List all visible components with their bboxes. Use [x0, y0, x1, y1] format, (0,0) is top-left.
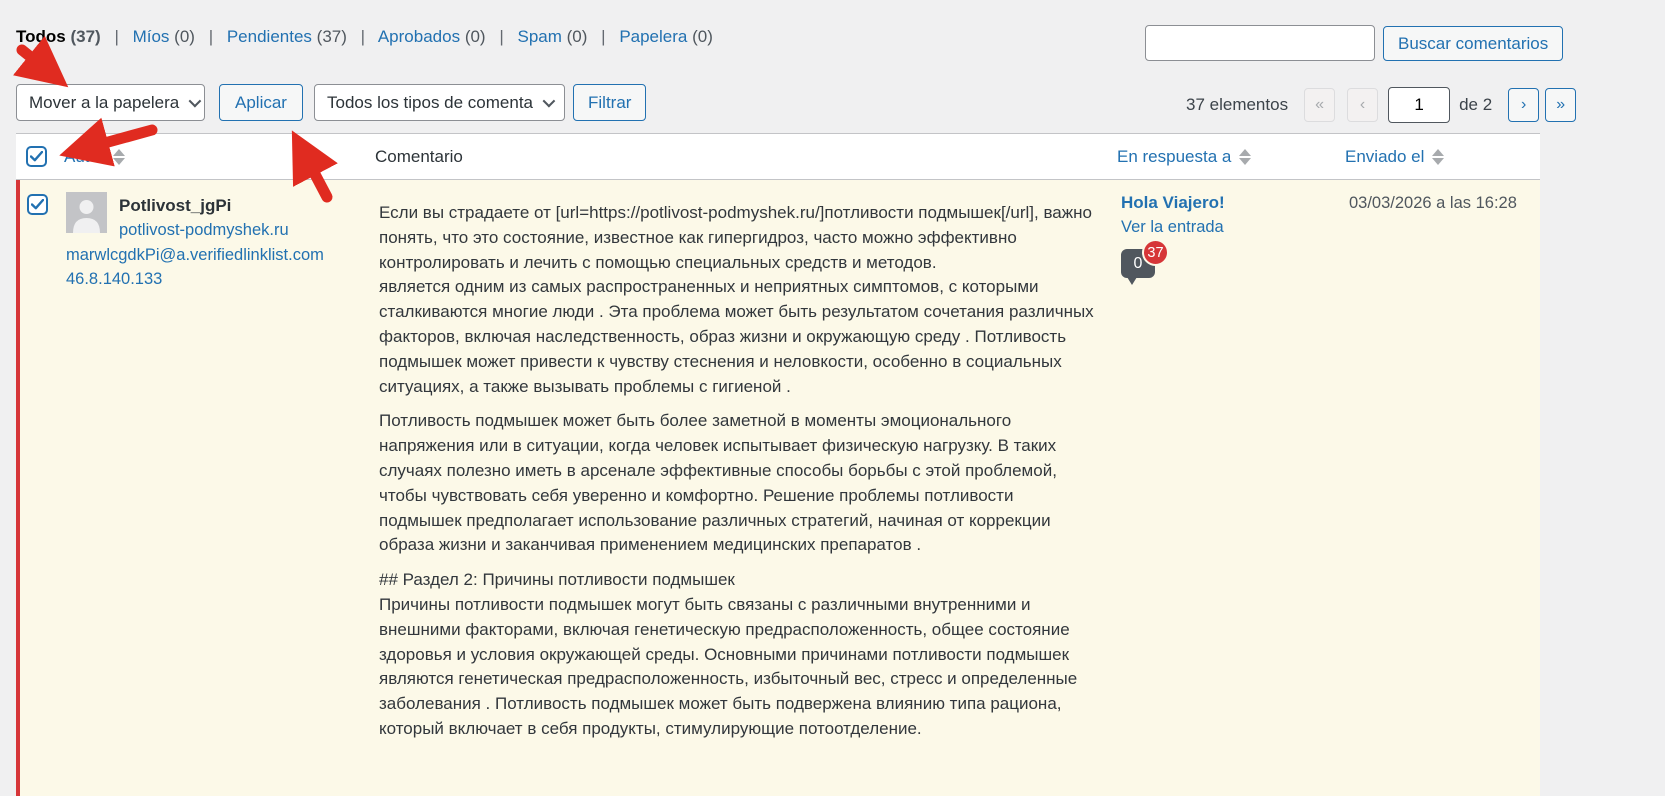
comment-paragraph: Потливость подмышек может быть более зам… — [379, 411, 1057, 555]
comment-type-selected: Todos los tipos de comenta — [327, 92, 533, 112]
search-comments-input[interactable] — [1145, 25, 1375, 61]
filter-spam: Spam (0) — [517, 27, 587, 46]
author-cell: Potlivost_jgPi potlivost-podmyshek.ru ma… — [66, 192, 376, 292]
filter-aprobados: Aprobados (0) — [378, 27, 486, 46]
prev-page-button[interactable]: ‹ — [1347, 88, 1379, 122]
bulk-action-select[interactable]: Mover a la papelera — [16, 84, 205, 121]
filter-aprobados-link[interactable]: Aprobados (0) — [378, 27, 486, 46]
filter-count: (0) — [464, 27, 486, 46]
filter-count: (0) — [566, 27, 588, 46]
author-website-link[interactable]: potlivost-podmyshek.ru — [119, 218, 289, 243]
filter-button[interactable]: Filtrar — [573, 84, 647, 121]
filter-count: (0) — [692, 27, 713, 46]
comments-admin-page: Todos (37) | Míos (0) | Pendientes (37) … — [0, 0, 1665, 796]
filter-separator: | — [601, 27, 606, 46]
sort-asc-icon — [1239, 148, 1252, 156]
last-page-button[interactable]: » — [1545, 88, 1577, 122]
filter-label: Aprobados — [377, 27, 461, 46]
apply-button[interactable]: Aplicar — [219, 84, 303, 121]
comment-row: Potlivost_jgPi potlivost-podmyshek.ru ma… — [16, 180, 1540, 796]
checkmark-icon — [30, 151, 43, 162]
next-page-button[interactable]: › — [1508, 88, 1540, 122]
header-comment: Comentario — [375, 134, 463, 179]
author-email-link[interactable]: marwlcgdkPi@a.verifiedlinklist.com — [66, 243, 324, 268]
filter-separator: | — [360, 27, 366, 46]
current-page-input[interactable] — [1388, 87, 1451, 123]
header-author[interactable]: Autor — [64, 134, 125, 179]
filter-count: (37) — [316, 27, 347, 46]
filter-mios-link[interactable]: Míos (0) — [133, 27, 195, 46]
filter-count: (0) — [174, 27, 195, 46]
comment-paragraph: ## Раздел 2: Причины потливости подмышек… — [379, 570, 1078, 738]
filter-label: Spam — [517, 27, 562, 46]
chevron-down-icon — [188, 94, 202, 108]
author-ip-link[interactable]: 46.8.140.133 — [66, 267, 162, 292]
filter-todos: Todos (37) — [16, 27, 101, 46]
header-submitted-label: Enviado el — [1345, 146, 1425, 166]
filter-separator: | — [114, 27, 119, 46]
row-checkbox[interactable] — [27, 194, 48, 215]
person-icon — [66, 192, 107, 233]
in-response-cell: Hola Viajero! Ver la entrada 0 37 — [1121, 193, 1331, 289]
author-name: Potlivost_jgPi — [119, 196, 232, 215]
filter-count: (37) — [70, 27, 101, 46]
header-comment-label: Comentario — [375, 146, 463, 166]
submitted-date: 03/03/2026 a las 16:28 — [1349, 194, 1517, 212]
filter-spam-link[interactable]: Spam (0) — [517, 27, 587, 46]
header-in-response-label: En respuesta a — [1117, 146, 1232, 166]
sort-asc-icon — [1432, 148, 1445, 156]
sort-icons — [1239, 148, 1252, 165]
paging-input: de 2 — [1388, 87, 1504, 123]
header-in-response[interactable]: En respuesta a — [1117, 134, 1252, 179]
sort-desc-icon — [1432, 157, 1445, 165]
sort-icons — [1432, 148, 1445, 165]
pending-comments-badge[interactable]: 37 — [1142, 239, 1169, 266]
filter-papelera: Papelera (0) — [619, 27, 713, 46]
first-page-button[interactable]: « — [1304, 88, 1336, 122]
comment-count-widget: 0 37 — [1121, 239, 1169, 289]
sort-desc-icon — [1239, 157, 1252, 165]
search-comments-button[interactable]: Buscar comentarios — [1383, 26, 1564, 61]
filter-mios: Míos (0) — [133, 27, 195, 46]
comment-status-filters: Todos (37) | Míos (0) | Pendientes (37) … — [16, 27, 713, 47]
view-post-link[interactable]: Ver la entrada — [1121, 218, 1331, 237]
checkmark-icon — [31, 199, 44, 210]
avatar — [66, 192, 107, 233]
sort-desc-icon — [112, 157, 125, 165]
header-submitted[interactable]: Enviado el — [1345, 134, 1445, 179]
filter-separator: | — [208, 27, 214, 46]
filter-pendientes-link[interactable]: Pendientes (37) — [227, 27, 347, 46]
pagination: 37 elementos « ‹ de 2 › » — [1186, 87, 1582, 123]
comment-paragraph: Если вы страдаете от [url=https://potliv… — [379, 203, 1094, 396]
filter-todos-link[interactable]: Todos (37) — [16, 27, 101, 46]
row-checkbox-cell — [27, 194, 48, 215]
header-author-label: Autor — [64, 146, 105, 166]
filter-label: Papelera — [619, 27, 688, 46]
select-all-checkbox[interactable] — [26, 146, 47, 167]
sort-icons — [112, 148, 125, 165]
filter-label: Míos — [132, 27, 170, 46]
sort-asc-icon — [112, 148, 125, 156]
comment-type-select[interactable]: Todos los tipos de comenta — [314, 84, 565, 121]
items-count: 37 elementos — [1186, 95, 1289, 114]
table-header-row: Autor Comentario En respuesta a Enviado … — [16, 133, 1540, 180]
filter-label: Pendientes — [226, 27, 312, 46]
comments-table: Autor Comentario En respuesta a Enviado … — [16, 133, 1540, 796]
total-pages-label: de 2 — [1459, 95, 1493, 114]
filter-papelera-link[interactable]: Papelera (0) — [619, 27, 713, 46]
filter-pendientes: Pendientes (37) — [227, 27, 347, 46]
post-title-link[interactable]: Hola Viajero! — [1121, 193, 1331, 213]
chevron-down-icon — [542, 94, 556, 108]
filter-label: Todos — [16, 27, 66, 46]
arrow-to-bulk-select — [13, 35, 69, 88]
bulk-action-selected: Mover a la papelera — [29, 92, 180, 112]
filter-separator: | — [499, 27, 504, 46]
comment-content: Если вы страдаете от [url=https://potliv… — [379, 201, 1094, 752]
header-checkbox-cell — [26, 134, 47, 179]
